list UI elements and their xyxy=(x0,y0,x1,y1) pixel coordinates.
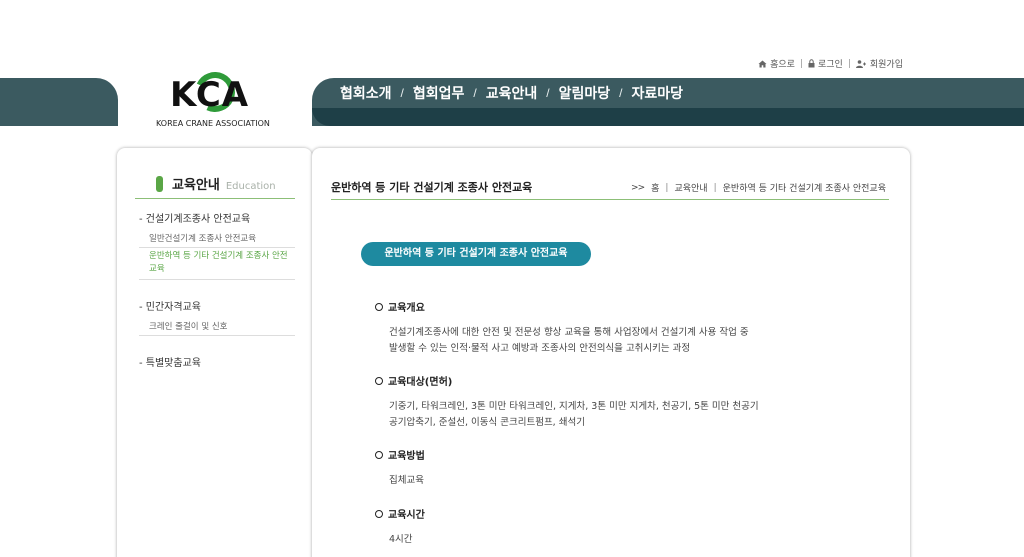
breadcrumb-separator: | xyxy=(665,182,669,193)
section-line: 기중기, 타워크레인, 3톤 미만 타워크레인, 지게차, 3톤 미만 지게차,… xyxy=(389,401,759,412)
util-separator: | xyxy=(799,58,803,69)
login-link-label: 로그인 xyxy=(817,60,843,70)
side-submenu-item-rigging-signal[interactable]: 크레인 줄걸이 및 신호 xyxy=(139,318,295,336)
side-title: 교육안내 Education xyxy=(156,174,276,193)
join-link-label: 회원가입 xyxy=(869,60,903,70)
section-heading: 교육대상(면허) xyxy=(375,373,805,388)
nav-item-education[interactable]: 교육안내 xyxy=(486,83,538,103)
nav-separator: / xyxy=(619,86,623,100)
section-line: 집체교육 xyxy=(389,475,424,486)
section-heading: 교육시간 xyxy=(375,506,805,521)
section-line: 4시간 xyxy=(389,534,413,545)
utility-links: 홈으로 | 로그인 | 회원가입 xyxy=(758,57,903,70)
side-submenu-item-transport-active[interactable]: 운반하역 등 기타 건설기계 조종사 안전교육 xyxy=(139,248,295,280)
lock-icon xyxy=(808,59,815,68)
nav-item-notice[interactable]: 알림마당 xyxy=(559,83,611,103)
breadcrumb-current: 운반하역 등 기타 건설기계 조종사 안전교육 xyxy=(722,184,886,194)
section-heading-text: 교육방법 xyxy=(388,451,425,462)
nav-item-about[interactable]: 협회소개 xyxy=(340,83,392,103)
site-logo[interactable]: KCA KOREA CRANE ASSOCIATION xyxy=(150,66,276,130)
page-title: 운반하역 등 기타 건설기계 조종사 안전교육 xyxy=(331,181,533,194)
content-title-divider xyxy=(331,199,889,200)
course-title-badge: 운반하역 등 기타 건설기계 조종사 안전교육 xyxy=(361,242,591,266)
breadcrumb-home[interactable]: 홈 xyxy=(651,181,659,194)
side-title-bar-icon xyxy=(156,175,163,192)
section-method: 교육방법 집체교육 xyxy=(375,447,805,489)
side-menu-panel: 교육안내 Education - 건설기계조종사 안전교육 일반건설기계 조종사… xyxy=(117,148,312,557)
section-overview: 교육개요 건설기계조종사에 대한 안전 및 전문성 향상 교육을 통해 사업장에… xyxy=(375,299,805,357)
section-line: 발생할 수 있는 인적·물적 사고 예방과 조종사의 안전의식을 고취시키는 과… xyxy=(389,343,691,354)
section-line: 공기압축기, 준설선, 이동식 콘크리트펌프, 쇄석기 xyxy=(389,417,585,428)
global-nav: 협회소개 / 협회업무 / 교육안내 / 알림마당 / 자료마당 xyxy=(340,83,683,103)
nav-separator: / xyxy=(546,86,550,100)
section-heading: 교육방법 xyxy=(375,447,805,462)
side-menu: - 건설기계조종사 안전교육 일반건설기계 조종사 안전교육 운반하역 등 기타… xyxy=(139,210,295,387)
section-body: 건설기계조종사에 대한 안전 및 전문성 향상 교육을 통해 사업장에서 건설기… xyxy=(375,325,805,357)
circle-bullet-icon xyxy=(375,450,383,459)
section-hours: 교육시간 4시간 xyxy=(375,506,805,548)
side-menu-group: - 민간자격교육 크레인 줄걸이 및 신호 xyxy=(139,298,295,336)
util-separator: | xyxy=(847,58,851,69)
logo-mark: KCA xyxy=(170,75,250,115)
section-line: 건설기계조종사에 대한 안전 및 전문성 향상 교육을 통해 사업장에서 건설기… xyxy=(389,327,749,338)
side-title-en: Education xyxy=(225,181,276,192)
breadcrumb-separator: | xyxy=(713,182,717,193)
join-link[interactable]: 회원가입 xyxy=(855,57,903,70)
section-heading: 교육개요 xyxy=(375,299,805,314)
content-panel: 운반하역 등 기타 건설기계 조종사 안전교육 >> 홈 | 교육안내 | 운반… xyxy=(312,148,910,557)
side-menu-item-operator-safety[interactable]: - 건설기계조종사 안전교육 xyxy=(139,210,295,225)
section-heading-text: 교육시간 xyxy=(388,510,425,521)
breadcrumb: >> 홈 | 교육안내 | 운반하역 등 기타 건설기계 조종사 안전교육 xyxy=(631,181,886,195)
circle-bullet-icon xyxy=(375,509,383,518)
nav-item-resources[interactable]: 자료마당 xyxy=(632,83,684,103)
nav-separator: / xyxy=(473,86,477,100)
circle-bullet-icon xyxy=(375,302,383,311)
side-title-divider xyxy=(135,198,295,199)
section-body: 4시간 xyxy=(375,532,805,548)
header-band-lower xyxy=(312,108,1024,126)
nav-separator: / xyxy=(400,86,404,100)
section-heading-text: 교육개요 xyxy=(388,303,425,314)
side-menu-item-private-cert[interactable]: - 민간자격교육 xyxy=(139,298,295,313)
section-body: 기중기, 타워크레인, 3톤 미만 타워크레인, 지게차, 3톤 미만 지게차,… xyxy=(375,399,805,431)
section-target: 교육대상(면허) 기중기, 타워크레인, 3톤 미만 타워크레인, 지게차, 3… xyxy=(375,373,805,431)
side-menu-group: - 특별맞춤교육 xyxy=(139,354,295,369)
circle-bullet-icon xyxy=(375,376,383,385)
home-link[interactable]: 홈으로 xyxy=(758,57,795,70)
side-submenu-item-general[interactable]: 일반건설기계 조종사 안전교육 xyxy=(139,230,295,248)
section-heading-text: 교육대상(면허) xyxy=(388,377,453,388)
header-band-left xyxy=(0,78,118,126)
login-link[interactable]: 로그인 xyxy=(808,57,843,70)
home-icon xyxy=(758,60,767,67)
side-menu-item-special[interactable]: - 특별맞춤교육 xyxy=(139,354,295,369)
side-title-ko: 교육안내 xyxy=(172,178,220,193)
section-body: 집체교육 xyxy=(375,473,805,489)
breadcrumb-arrow-icon: >> xyxy=(631,182,645,193)
side-menu-group: - 건설기계조종사 안전교육 일반건설기계 조종사 안전교육 운반하역 등 기타… xyxy=(139,210,295,280)
logo-subtitle: KOREA CRANE ASSOCIATION xyxy=(156,119,270,128)
nav-item-business[interactable]: 협회업무 xyxy=(413,83,465,103)
breadcrumb-education[interactable]: 교육안내 xyxy=(674,181,707,194)
home-link-label: 홈으로 xyxy=(770,60,795,70)
user-plus-icon xyxy=(855,59,866,68)
